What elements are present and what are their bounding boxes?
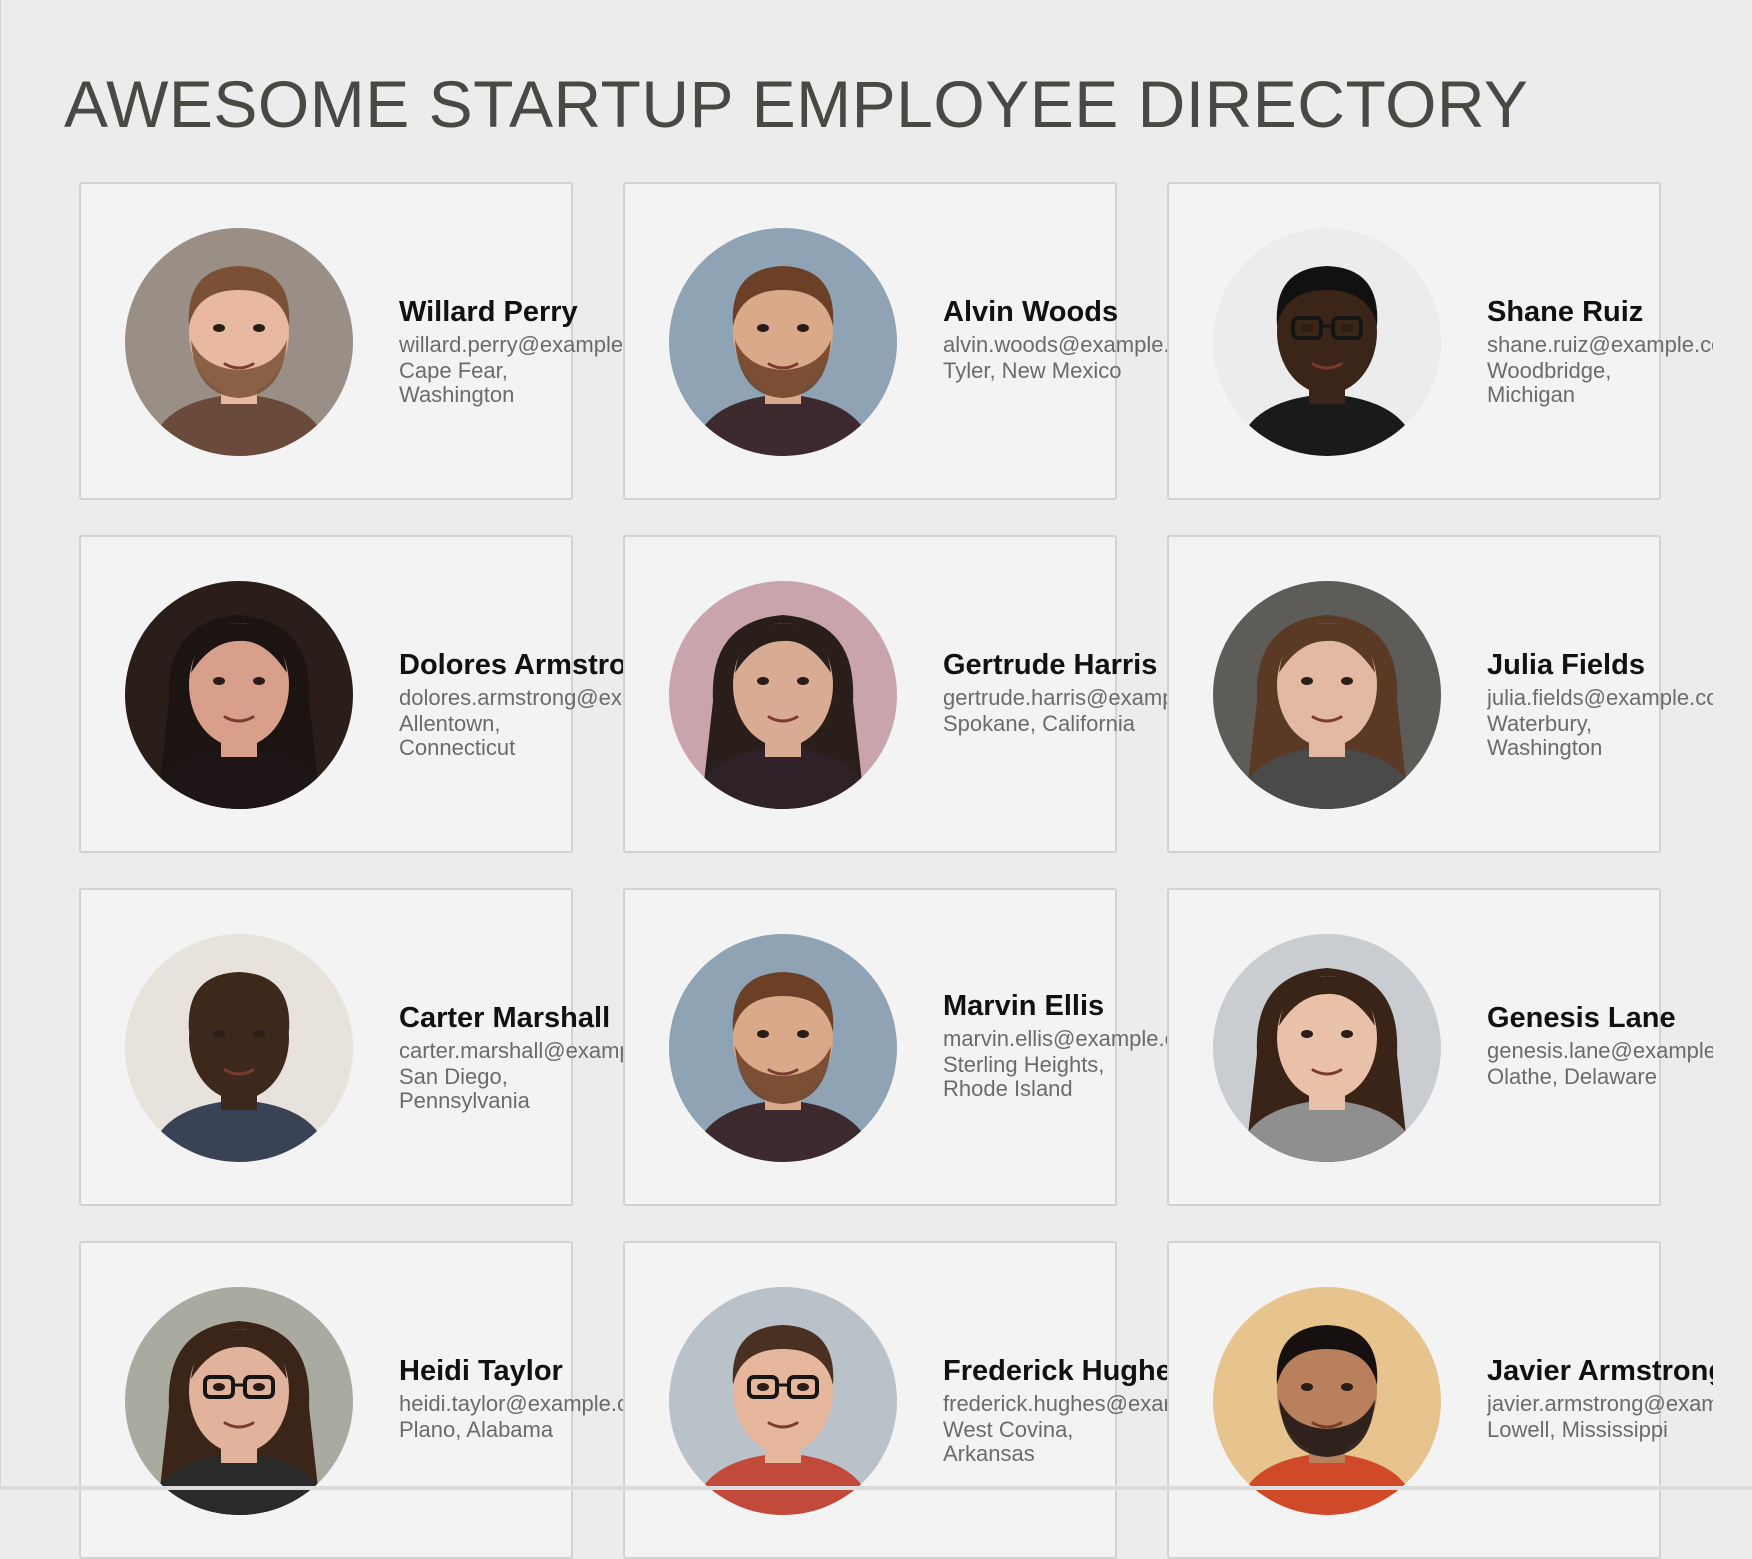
employee-location: Waterbury, Washington: [1487, 711, 1603, 760]
employee-card[interactable]: Frederick Hughes frederick.hughes@exampl…: [623, 1241, 1169, 1559]
portrait-image: [669, 934, 897, 1162]
employee-name: Heidi Taylor: [399, 1355, 563, 1387]
employee-avatar: [669, 934, 897, 1162]
employee-info: Marvin Ellis marvin.ellis@example.com St…: [943, 988, 1169, 1101]
employee-email[interactable]: genesis.lane@example.com: [1487, 1036, 1713, 1065]
employee-location: San Diego, Pennsylvania: [399, 1064, 530, 1113]
portrait-image: [125, 1287, 353, 1515]
employee-location: Olathe, Delaware: [1487, 1064, 1657, 1089]
portrait-image: [669, 1287, 897, 1515]
employee-card[interactable]: Alvin Woods alvin.woods@example.com Tyle…: [623, 182, 1169, 500]
employee-info: Gertrude Harris gertrude.harris@example.…: [943, 647, 1169, 736]
employee-card[interactable]: Gertrude Harris gertrude.harris@example.…: [623, 535, 1169, 853]
portrait-image: [1213, 934, 1441, 1162]
employee-name: Dolores Armstrong: [399, 649, 625, 681]
employee-name: Alvin Woods: [943, 296, 1119, 328]
employee-email[interactable]: marvin.ellis@example.com: [943, 1024, 1169, 1053]
portrait-image: [669, 581, 897, 809]
employee-email[interactable]: willard.perry@example.com: [399, 330, 625, 359]
portrait-image: [1213, 581, 1441, 809]
employee-card[interactable]: Heidi Taylor heidi.taylor@example.com Pl…: [79, 1241, 625, 1559]
employee-email[interactable]: carter.marshall@example.com: [399, 1036, 625, 1065]
employee-info: Dolores Armstrong dolores.armstrong@exam…: [399, 647, 625, 760]
employee-card[interactable]: Marvin Ellis marvin.ellis@example.com St…: [623, 888, 1169, 1206]
employee-info: Julia Fields julia.fields@example.com Wa…: [1487, 647, 1713, 760]
employee-card[interactable]: Willard Perry willard.perry@example.com …: [79, 182, 625, 500]
employee-email[interactable]: julia.fields@example.com: [1487, 683, 1713, 712]
employee-location: Cape Fear, Washington: [399, 358, 515, 407]
employee-avatar: [125, 581, 353, 809]
employee-info: Shane Ruiz shane.ruiz@example.com Woodbr…: [1487, 294, 1713, 407]
employee-info: Carter Marshall carter.marshall@example.…: [399, 1000, 625, 1113]
employee-name: Marvin Ellis: [943, 990, 1105, 1022]
employee-location: Woodbridge, Michigan: [1487, 358, 1612, 407]
employee-info: Genesis Lane genesis.lane@example.com Ol…: [1487, 1000, 1713, 1089]
employee-card[interactable]: Dolores Armstrong dolores.armstrong@exam…: [79, 535, 625, 853]
employee-info: Frederick Hughes frederick.hughes@exampl…: [943, 1353, 1169, 1466]
employee-name: Genesis Lane: [1487, 1002, 1676, 1034]
employee-name: Willard Perry: [399, 296, 578, 328]
employee-name: Shane Ruiz: [1487, 296, 1644, 328]
employee-info: Heidi Taylor heidi.taylor@example.com Pl…: [399, 1353, 625, 1442]
employee-avatar: [125, 228, 353, 456]
employee-avatar: [125, 1287, 353, 1515]
employee-email[interactable]: shane.ruiz@example.com: [1487, 330, 1713, 359]
employee-avatar: [1213, 934, 1441, 1162]
portrait-image: [125, 228, 353, 456]
portrait-image: [125, 581, 353, 809]
employee-email[interactable]: heidi.taylor@example.com: [399, 1389, 625, 1418]
employee-avatar: [669, 1287, 897, 1515]
employee-avatar: [669, 228, 897, 456]
employee-name: Frederick Hughes: [943, 1355, 1169, 1387]
employee-avatar: [669, 581, 897, 809]
employee-avatar: [1213, 581, 1441, 809]
employee-card[interactable]: Javier Armstrong javier.armstrong@exampl…: [1167, 1241, 1713, 1559]
page-title: AWESOME STARTUP EMPLOYEE DIRECTORY: [64, 67, 1529, 141]
employee-location: Allentown, Connecticut: [399, 711, 516, 760]
employee-card[interactable]: Shane Ruiz shane.ruiz@example.com Woodbr…: [1167, 182, 1713, 500]
page-bottom-edge: [0, 1486, 1752, 1490]
employee-info: Javier Armstrong javier.armstrong@exampl…: [1487, 1353, 1713, 1442]
employee-email[interactable]: dolores.armstrong@example.com: [399, 683, 625, 712]
employee-name: Javier Armstrong: [1487, 1355, 1713, 1387]
employee-location: Sterling Heights, Rhode Island: [943, 1052, 1105, 1101]
employee-name: Julia Fields: [1487, 649, 1645, 681]
employee-location: West Covina, Arkansas: [943, 1417, 1074, 1466]
employee-info: Alvin Woods alvin.woods@example.com Tyle…: [943, 294, 1169, 383]
portrait-image: [669, 228, 897, 456]
portrait-image: [1213, 1287, 1441, 1515]
portrait-image: [125, 934, 353, 1162]
employee-location: Spokane, California: [943, 711, 1136, 736]
employee-location: Tyler, New Mexico: [943, 358, 1122, 383]
employee-location: Plano, Alabama: [399, 1417, 554, 1442]
employee-card[interactable]: Genesis Lane genesis.lane@example.com Ol…: [1167, 888, 1713, 1206]
employee-email[interactable]: frederick.hughes@example.com: [943, 1389, 1169, 1418]
employee-card[interactable]: Carter Marshall carter.marshall@example.…: [79, 888, 625, 1206]
page-edge: [0, 0, 1, 1490]
employee-avatar: [125, 934, 353, 1162]
employee-name: Gertrude Harris: [943, 649, 1158, 681]
employee-info: Willard Perry willard.perry@example.com …: [399, 294, 625, 407]
employee-avatar: [1213, 228, 1441, 456]
employee-name: Carter Marshall: [399, 1002, 611, 1034]
portrait-image: [1213, 228, 1441, 456]
employee-location: Lowell, Mississippi: [1487, 1417, 1668, 1442]
employee-email[interactable]: gertrude.harris@example.com: [943, 683, 1169, 712]
employee-email[interactable]: javier.armstrong@example.com: [1487, 1389, 1713, 1418]
employee-email[interactable]: alvin.woods@example.com: [943, 330, 1169, 359]
employee-card[interactable]: Julia Fields julia.fields@example.com Wa…: [1167, 535, 1713, 853]
employee-avatar: [1213, 1287, 1441, 1515]
